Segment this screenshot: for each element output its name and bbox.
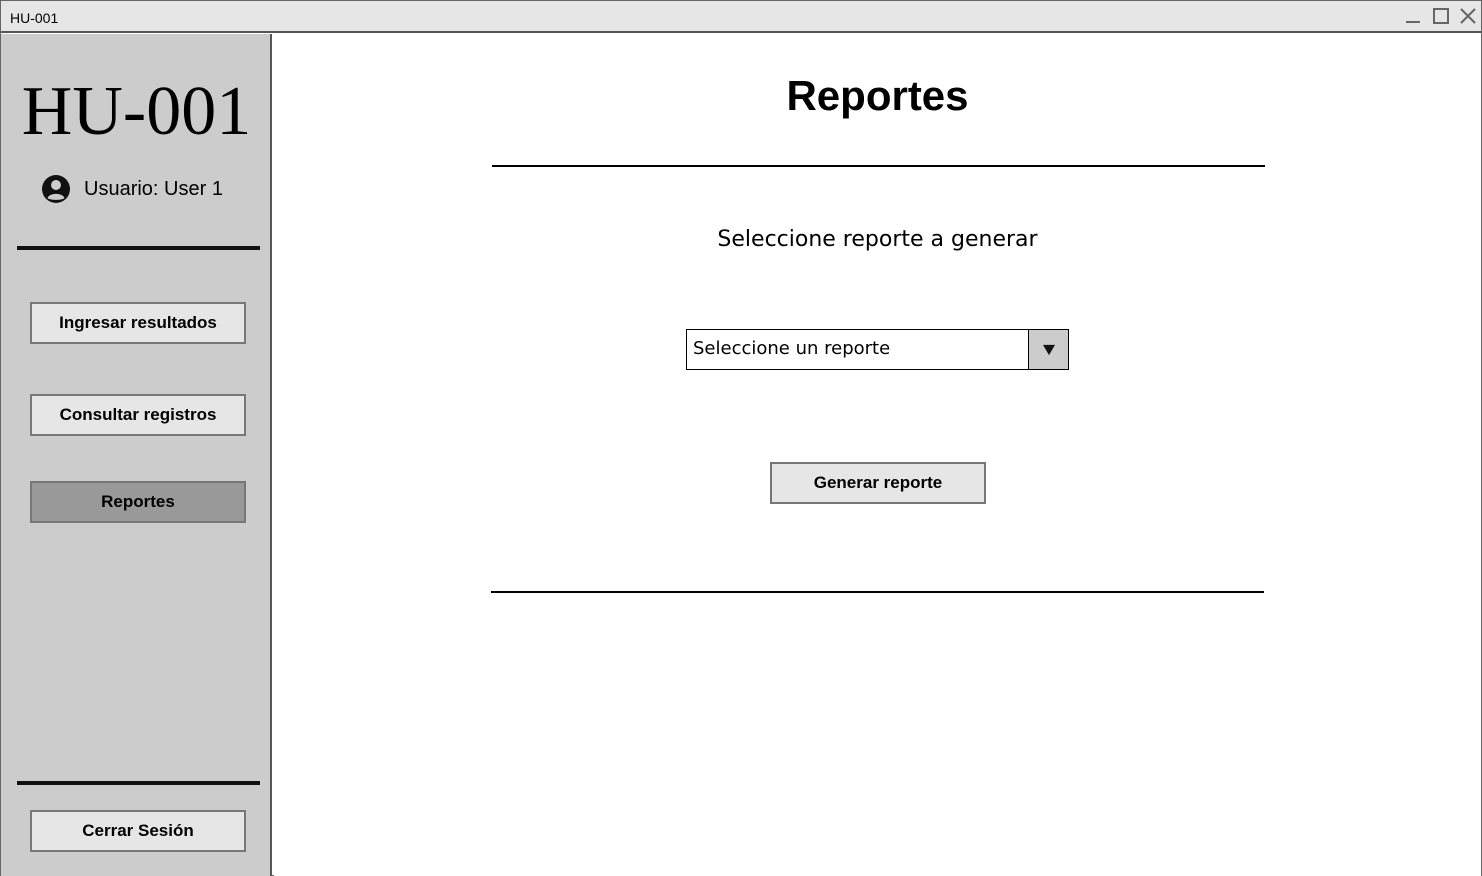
page-title: Reportes [786, 72, 969, 119]
logout-button[interactable]: Cerrar Sesión [30, 810, 246, 852]
sidebar-divider-bottom [17, 781, 260, 785]
consultar-registros-button[interactable]: Consultar registros [30, 394, 246, 436]
ingresar-resultados-button[interactable]: Ingresar resultados [30, 302, 246, 344]
generate-report-label: Generar reporte [813, 473, 943, 492]
logout-label: Cerrar Sesión [82, 821, 194, 840]
ingresar-resultados-label: Ingresar resultados [59, 313, 217, 332]
reportes-button[interactable]: Reportes [30, 481, 246, 523]
report-prompt: Seleccione reporte a generar [717, 227, 1038, 252]
user-label: Usuario: User 1 [84, 177, 223, 200]
report-select[interactable]: Seleccione un reporte [686, 329, 1069, 370]
main-content: Reportes Seleccione reporte a generar Se… [274, 34, 1481, 876]
close-icon[interactable] [1457, 5, 1479, 27]
window-title: HU-001 [10, 10, 59, 26]
user-info: Usuario: User 1 [41, 174, 223, 204]
user-circle-icon [41, 174, 71, 204]
consultar-registros-label: Consultar registros [59, 405, 217, 424]
report-select-value: Seleccione un reporte [693, 338, 891, 359]
sidebar: HU-001 Usuario: User 1 Ingresar resultad… [1, 34, 272, 876]
generate-report-button[interactable]: Generar reporte [770, 462, 986, 504]
content-divider-bottom [491, 591, 1264, 593]
maximize-icon[interactable] [1430, 5, 1452, 27]
title-bar: HU-001 [1, 1, 1481, 33]
reportes-label: Reportes [101, 492, 175, 511]
brand-title: HU-001 [21, 73, 252, 150]
content-divider-top [492, 165, 1265, 167]
app-window: HU-001 HU-001 Usuario: User 1 Ingresar r… [0, 0, 1482, 876]
triangle-down-icon[interactable] [1028, 330, 1068, 369]
minimize-icon[interactable] [1402, 5, 1424, 27]
sidebar-divider-top [17, 246, 260, 250]
